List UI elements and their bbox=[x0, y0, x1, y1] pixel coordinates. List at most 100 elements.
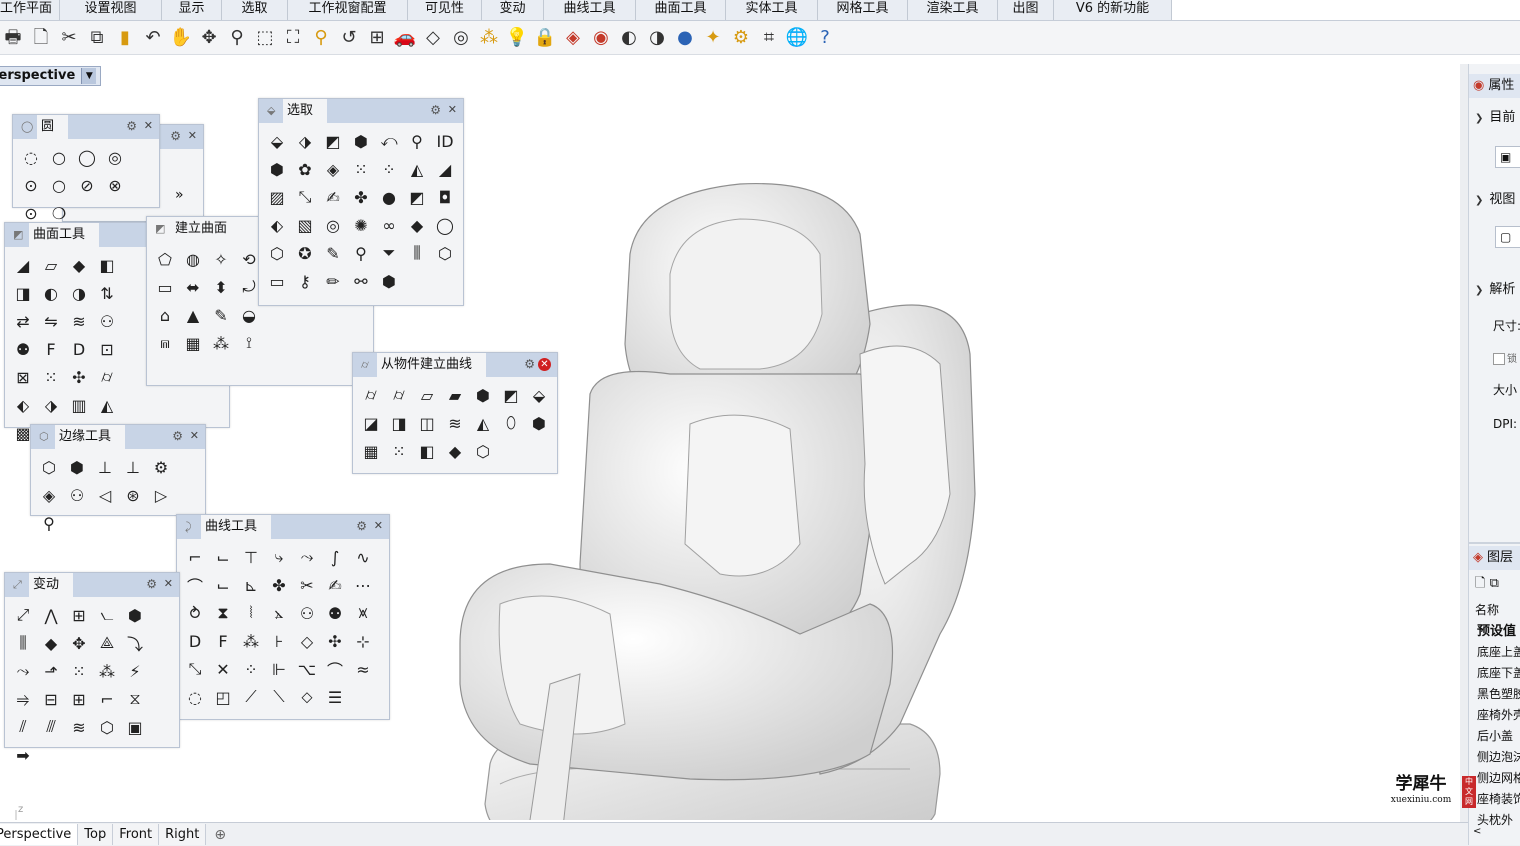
curve-snap-icon[interactable]: ⟍ bbox=[267, 685, 291, 709]
blend-curve-icon[interactable]: ◭ bbox=[471, 411, 495, 435]
select-polysurface-icon[interactable]: ⬢ bbox=[265, 157, 289, 181]
move-icon[interactable]: ⤢ bbox=[11, 603, 35, 627]
select-render-icon[interactable]: ● bbox=[377, 185, 401, 209]
splop-icon[interactable]: ⫽ bbox=[11, 715, 35, 739]
circle-center-icon[interactable]: ◌ bbox=[19, 145, 43, 169]
globe-icon[interactable]: 🌐 bbox=[784, 25, 810, 51]
array-icon[interactable]: ⊞ bbox=[67, 603, 91, 627]
duplicate-border-icon[interactable]: ▰ bbox=[443, 383, 467, 407]
rendered-sphere-icon[interactable]: ● bbox=[672, 25, 698, 51]
insert-kink-icon[interactable]: ⁂ bbox=[239, 629, 263, 653]
properties-tab[interactable]: ◉ 属性 bbox=[1469, 74, 1520, 98]
curve-through-icon[interactable]: ⊾ bbox=[239, 573, 263, 597]
flow-along-icon[interactable]: ⬗ bbox=[39, 393, 63, 417]
layer-icon[interactable]: ◈ bbox=[560, 25, 586, 51]
project-curve-icon[interactable]: ◰ bbox=[211, 685, 235, 709]
circle-3pt-icon[interactable]: ◯ bbox=[75, 145, 99, 169]
car-icon[interactable]: 🚗 bbox=[392, 25, 418, 51]
explode-curve-icon[interactable]: ⊩ bbox=[267, 657, 291, 681]
change-degree-icon[interactable]: D bbox=[183, 629, 207, 653]
extrude-surface-icon[interactable]: ▭ bbox=[153, 275, 177, 299]
select-light-icon[interactable]: ◢ bbox=[433, 157, 457, 181]
copy-icon[interactable]: ⧉ bbox=[84, 25, 110, 51]
tab-top[interactable]: Top bbox=[78, 824, 114, 845]
duplicate-edge-icon[interactable]: ▱ bbox=[415, 383, 439, 407]
join-edges-icon[interactable]: ⊥ bbox=[121, 455, 145, 479]
adjustable-blend-icon[interactable]: ⤳ bbox=[295, 545, 319, 569]
remove-knot-icon[interactable]: ◇ bbox=[295, 629, 319, 653]
tab-select[interactable]: 选取 bbox=[222, 0, 288, 20]
surface-split-icon[interactable]: ▥ bbox=[67, 393, 91, 417]
tab-viewport-layout[interactable]: 工作视窗配置 bbox=[288, 0, 408, 20]
box-edit-icon[interactable]: ⬢ bbox=[123, 603, 147, 627]
select-search-icon[interactable]: ⚲ bbox=[349, 241, 373, 265]
connect-curves-icon[interactable]: ⊤ bbox=[239, 545, 263, 569]
undo-icon[interactable]: ↶ bbox=[140, 25, 166, 51]
more-chevron-icon[interactable]: » bbox=[175, 187, 184, 203]
heightfield-icon[interactable]: ▦ bbox=[181, 331, 205, 355]
light-bulb-icon[interactable]: 💡 bbox=[504, 25, 530, 51]
mirror-icon[interactable]: ⫼ bbox=[11, 631, 35, 655]
print-icon[interactable]: 🖶 bbox=[0, 25, 26, 51]
select-dots-icon[interactable]: ⚲ bbox=[405, 129, 429, 153]
new-file-icon[interactable]: 🗋 bbox=[28, 25, 54, 51]
chevron-down-icon[interactable]: ▼ bbox=[81, 68, 97, 84]
extend-surface-icon[interactable]: ◐ bbox=[39, 281, 63, 305]
select-hatch-icon[interactable]: ▨ bbox=[265, 185, 289, 209]
tab-solid-tools[interactable]: 实体工具 bbox=[726, 0, 818, 20]
gear-icon[interactable]: ⚙ bbox=[172, 429, 183, 443]
tab-perspective[interactable]: Perspective bbox=[0, 824, 79, 845]
new-layer-icon[interactable]: 🗋 ⧉ bbox=[1475, 574, 1499, 596]
tab-render-tools[interactable]: 渲染工具 bbox=[908, 0, 998, 20]
close-icon[interactable]: ✕ bbox=[188, 129, 197, 142]
layer-item[interactable]: 座椅装饰 bbox=[1469, 789, 1520, 810]
cage-edit-icon[interactable]: ▣ bbox=[123, 715, 147, 739]
insert-knot-icon[interactable]: ⊦ bbox=[267, 629, 291, 653]
unroll-icon[interactable]: ⬖ bbox=[11, 393, 35, 417]
taper-icon[interactable]: ⤳ bbox=[11, 659, 35, 683]
select-points-icon[interactable]: ⁂ bbox=[476, 25, 502, 51]
offset-surface-icon[interactable]: ◧ bbox=[95, 253, 119, 277]
curve-seam-icon[interactable]: ✣ bbox=[323, 629, 347, 653]
network-icon[interactable]: ✎ bbox=[209, 303, 233, 327]
sphere-surface-icon[interactable]: ◍ bbox=[181, 247, 205, 271]
select-extrusion-icon[interactable]: ▧ bbox=[293, 213, 317, 237]
merge-edge-icon[interactable]: ⊥ bbox=[93, 455, 117, 479]
change-degree-icon[interactable]: D bbox=[67, 337, 91, 361]
refit-trim-icon[interactable]: ⊠ bbox=[11, 365, 35, 389]
circle-2pt-icon[interactable]: ○ bbox=[47, 145, 71, 169]
circle-tangent-icon[interactable]: ◎ bbox=[103, 145, 127, 169]
four-view-icon[interactable]: ⊞ bbox=[364, 25, 390, 51]
select-color-icon[interactable]: ✿ bbox=[293, 157, 317, 181]
match-curve-icon[interactable]: ∿ bbox=[351, 545, 375, 569]
select-filter-icon[interactable]: ⏷ bbox=[377, 241, 401, 265]
curve-boolean-icon[interactable]: ✤ bbox=[267, 573, 291, 597]
layer-item[interactable]: 预设值 bbox=[1469, 621, 1520, 642]
close-icon[interactable]: ✕ bbox=[190, 429, 199, 442]
circle-tan-tan-icon[interactable]: ⊗ bbox=[103, 173, 127, 197]
osnap-icon[interactable]: ◎ bbox=[448, 25, 474, 51]
help-icon[interactable]: ? bbox=[812, 25, 838, 51]
maelstrom-icon[interactable]: ⌐ bbox=[95, 687, 119, 711]
layers-name-header[interactable]: 名称 bbox=[1469, 600, 1520, 621]
fair-icon[interactable]: F bbox=[211, 629, 235, 653]
close-icon[interactable]: ✕ bbox=[538, 358, 551, 371]
select-links-icon[interactable]: ⚯ bbox=[349, 269, 373, 293]
select-key-icon[interactable]: ⚷ bbox=[293, 269, 317, 293]
fit-surface-icon[interactable]: F bbox=[39, 337, 63, 361]
chamfer-curves-icon[interactable]: ⌙ bbox=[211, 545, 235, 569]
lock-icon[interactable]: 🔒 bbox=[532, 25, 558, 51]
corner-points-surface-icon[interactable]: ⬠ bbox=[153, 247, 177, 271]
curve-wave-icon[interactable]: ≈ bbox=[351, 657, 375, 681]
select-fence-icon[interactable]: ⫼ bbox=[405, 241, 429, 265]
select-mesh-icon[interactable]: ◩ bbox=[405, 185, 429, 209]
select-cube-icon[interactable]: ⬢ bbox=[377, 269, 401, 293]
tab-visibility[interactable]: 可见性 bbox=[408, 0, 482, 20]
select-dimension-icon[interactable]: ⤡ bbox=[293, 185, 317, 209]
edge-continuity-icon[interactable]: ⊛ bbox=[121, 483, 145, 507]
undo-view-icon[interactable]: ↺ bbox=[336, 25, 362, 51]
curve-edit-icon[interactable]: ✍ bbox=[323, 573, 347, 597]
gear-icon[interactable]: ⚙ bbox=[524, 357, 535, 371]
variable-fillet-icon[interactable]: ◨ bbox=[11, 281, 35, 305]
tab-cplane[interactable]: 工作平面 bbox=[0, 0, 60, 20]
